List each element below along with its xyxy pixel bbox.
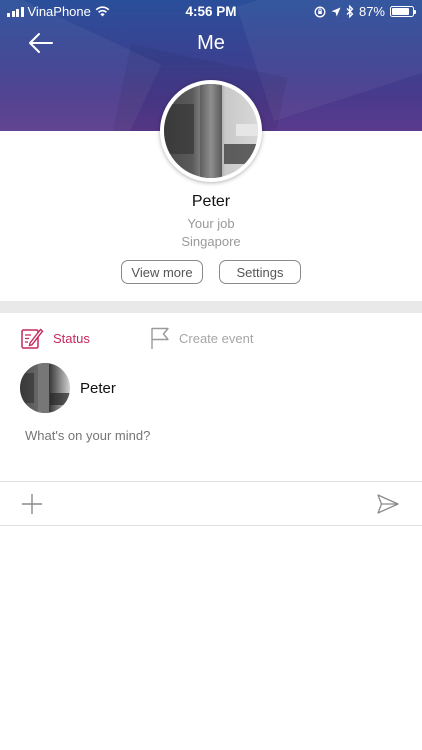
- battery-icon: [390, 6, 416, 17]
- tab-create-event[interactable]: Create event: [150, 326, 253, 350]
- profile-avatar[interactable]: [160, 80, 262, 182]
- edit-note-icon: [21, 328, 44, 349]
- status-bar: VinaPhone 4:56 PM 87%: [0, 0, 422, 22]
- avatar: [20, 363, 70, 413]
- tab-create-event-label: Create event: [179, 330, 254, 346]
- orientation-lock-icon: [314, 6, 326, 17]
- avatar-photo: [164, 84, 258, 178]
- page-title: Me: [197, 32, 225, 54]
- profile-name: Peter: [191, 193, 231, 210]
- battery-percent: 87%: [358, 4, 385, 19]
- settings-button[interactable]: Settings: [219, 260, 301, 284]
- profile-location: Singapore: [181, 234, 241, 249]
- flag-icon: [151, 327, 169, 349]
- tab-status-label: Status: [53, 330, 90, 346]
- send-icon[interactable]: [376, 493, 400, 515]
- plus-icon[interactable]: [20, 492, 44, 516]
- status-input[interactable]: [25, 428, 405, 443]
- tab-status[interactable]: Status: [20, 326, 90, 350]
- view-more-button[interactable]: View more: [121, 260, 203, 284]
- bluetooth-icon: [346, 5, 354, 18]
- location-icon: [331, 7, 341, 16]
- section-divider: [0, 301, 422, 313]
- composer-author-name: Peter: [80, 380, 116, 397]
- battery-fill: [392, 8, 410, 15]
- profile-job: Your job: [187, 216, 235, 231]
- divider: [0, 525, 422, 526]
- divider: [0, 481, 422, 482]
